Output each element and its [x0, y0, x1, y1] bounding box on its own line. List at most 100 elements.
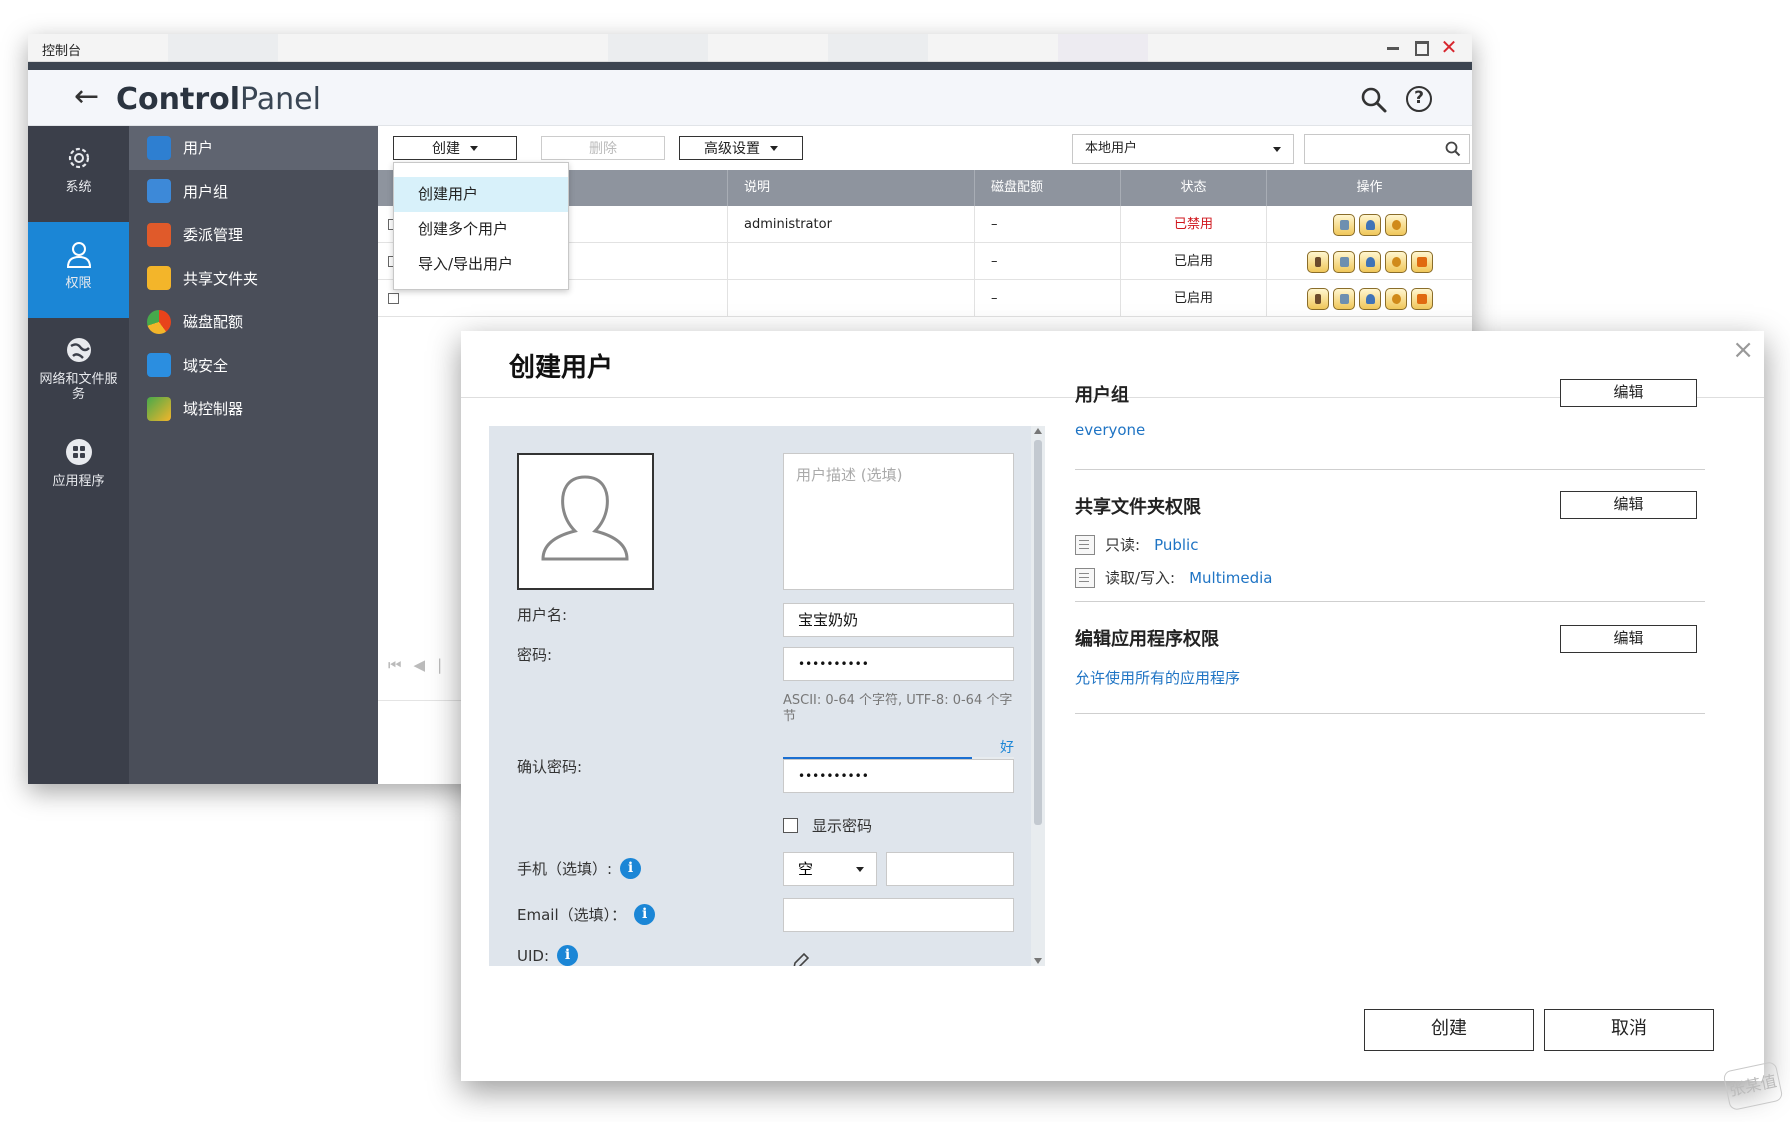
create-dropdown-button[interactable]: 创建 [393, 136, 517, 160]
change-password-icon[interactable] [1306, 287, 1329, 310]
info-icon[interactable]: i [634, 904, 656, 925]
user-quota: – [975, 243, 1121, 280]
edit-shared-folders-button[interactable]: 编辑 [1560, 491, 1697, 519]
scroll-down-icon[interactable] [1034, 958, 1042, 964]
edit-app-permissions-button[interactable]: 编辑 [1560, 625, 1697, 653]
edit-share-icon[interactable] [1384, 213, 1407, 236]
column-header[interactable]: 磁盘配额 [975, 170, 1121, 206]
window-title: 控制台 [42, 44, 82, 59]
delete-button[interactable]: 删除 [541, 136, 665, 160]
edit-share-icon[interactable] [1384, 287, 1407, 310]
minimize-icon[interactable] [1384, 38, 1402, 56]
subnav-label: 委派管理 [183, 226, 244, 245]
uid-row-label: UID: i [517, 945, 579, 966]
menu-item-import-export-users[interactable]: 导入/导出用户 [394, 247, 568, 282]
info-icon[interactable]: i [557, 945, 579, 966]
confirm-password-label: 确认密码: [517, 758, 583, 776]
close-icon[interactable]: ✕ [1440, 37, 1458, 57]
username-input[interactable]: 宝宝奶奶 [783, 603, 1014, 637]
show-password-checkbox[interactable]: 显示密码 [783, 815, 872, 836]
edit-group-icon[interactable] [1358, 287, 1381, 310]
subnav-label: 共享文件夹 [183, 269, 259, 288]
title-stripe [28, 62, 1472, 70]
info-icon[interactable]: i [620, 858, 642, 879]
menu-item-create-user[interactable]: 创建用户 [394, 177, 568, 212]
category-sidebar: 系统 权限 网络和文件服务 应用程序 [28, 126, 129, 784]
email-input[interactable] [783, 898, 1014, 932]
readwrite-permission: 读取/写入: Multimedia [1075, 567, 1273, 588]
subnav-domain-security[interactable]: 域安全 [129, 344, 378, 388]
user-type-select[interactable]: 本地用户 [1072, 134, 1294, 164]
edit-groups-button[interactable]: 编辑 [1560, 379, 1697, 407]
first-page-icon[interactable]: ⏮ [388, 656, 414, 674]
menu-item-create-multiple-users[interactable]: 创建多个用户 [394, 212, 568, 247]
edit-app-icon[interactable] [1410, 287, 1433, 310]
delegate-icon [147, 222, 171, 247]
scroll-thumb[interactable] [1034, 440, 1042, 825]
category-label: 系统 [65, 180, 92, 195]
subnav-label: 域控制器 [183, 400, 244, 419]
category-privilege[interactable]: 权限 [28, 222, 129, 318]
titlebar-decoration [1058, 34, 1148, 62]
readwrite-label: 读取/写入: [1105, 569, 1176, 587]
subnav-shared-folders[interactable]: 共享文件夹 [129, 257, 378, 301]
checkbox-box[interactable] [783, 818, 798, 833]
status-badge: 已启用 [1121, 280, 1267, 317]
scroll-up-icon[interactable] [1034, 428, 1042, 434]
edit-account-icon[interactable] [1332, 213, 1355, 236]
show-password-label: 显示密码 [812, 817, 873, 835]
edit-account-icon[interactable] [1332, 287, 1355, 310]
category-label: 网络和文件服务 [39, 372, 118, 402]
help-icon[interactable]: ? [1406, 86, 1432, 112]
category-network[interactable]: 网络和文件服务 [28, 318, 129, 418]
domain-security-icon [147, 353, 171, 378]
cancel-button[interactable]: 取消 [1544, 1009, 1714, 1051]
column-header[interactable]: 状态 [1121, 170, 1267, 206]
category-applications[interactable]: 应用程序 [28, 420, 129, 516]
avatar-placeholder-icon [541, 475, 629, 561]
user-type-value: 本地用户 [1085, 141, 1138, 156]
password-hint: ASCII: 0-64 个字符, UTF-8: 0-64 个字节 [783, 693, 1013, 724]
subnav-user-groups[interactable]: 用户组 [129, 170, 378, 214]
subnav-quota[interactable]: 磁盘配额 [129, 300, 378, 344]
subnav-delegation[interactable]: 委派管理 [129, 213, 378, 257]
maximize-icon[interactable] [1412, 38, 1430, 56]
column-header[interactable]: 说明 [727, 170, 975, 206]
avatar[interactable] [517, 453, 654, 590]
edit-share-icon[interactable] [1384, 250, 1407, 273]
edit-group-icon[interactable] [1358, 213, 1381, 236]
title-bar: 控制台 ✕ [28, 34, 1472, 62]
subnav-domain-controller[interactable]: 域控制器 [129, 387, 378, 431]
edit-account-icon[interactable] [1332, 250, 1355, 273]
edit-pencil-icon[interactable] [791, 951, 811, 966]
back-arrow-icon[interactable]: ← [74, 82, 99, 112]
advanced-settings-button[interactable]: 高级设置 [679, 136, 803, 160]
email-label: Email（选填）： [517, 906, 627, 924]
edit-app-icon[interactable] [1410, 250, 1433, 273]
password-input[interactable]: •••••••••• [783, 647, 1014, 681]
pager: ⏮◀| [388, 656, 454, 674]
prev-page-icon[interactable]: ◀ [414, 656, 438, 674]
create-button[interactable]: 创建 [1364, 1009, 1534, 1051]
folder-icon [147, 266, 171, 291]
edit-group-icon[interactable] [1358, 250, 1381, 273]
phone-input[interactable] [886, 852, 1014, 886]
country-code-value: 空 [798, 860, 814, 878]
description-textarea[interactable]: 用户描述 (选填) [783, 453, 1014, 590]
subnav-label: 磁盘配额 [183, 313, 244, 332]
search-icon[interactable] [1360, 86, 1388, 114]
category-label: 应用程序 [52, 474, 105, 489]
user-groups-title: 用户组 [1075, 385, 1129, 406]
password-strength-label: 好 [1000, 740, 1014, 756]
category-system[interactable]: 系统 [28, 126, 129, 222]
readonly-value: Public [1154, 535, 1199, 554]
close-icon[interactable]: × [1732, 335, 1754, 365]
row-checkbox[interactable] [388, 293, 399, 304]
change-password-icon[interactable] [1306, 250, 1329, 273]
country-code-select[interactable]: 空 [783, 852, 877, 886]
user-search-input[interactable] [1304, 134, 1470, 164]
user-group-icon [147, 179, 171, 204]
subnav-users[interactable]: 用户 [129, 126, 378, 170]
form-scrollbar[interactable] [1031, 426, 1045, 966]
confirm-password-input[interactable]: •••••••••• [783, 759, 1014, 793]
